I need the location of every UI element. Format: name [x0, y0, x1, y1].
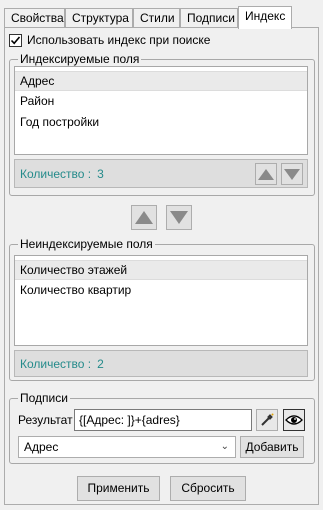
list-item[interactable]: Район	[15, 91, 307, 112]
list-item[interactable]: Количество этажей	[15, 260, 307, 280]
reset-button[interactable]: Сбросить	[170, 476, 246, 501]
eye-icon	[285, 415, 303, 425]
arrow-up-icon	[135, 211, 153, 224]
indexed-fields-title: Индексируемые поля	[18, 52, 142, 66]
field-select[interactable]: Адрес ⌄	[18, 436, 236, 458]
move-up-button[interactable]	[255, 163, 277, 185]
tab-strip: Свойства Структура Стили Подписи Индекс	[4, 6, 319, 29]
captions-title: Подписи	[18, 391, 70, 405]
arrow-down-icon	[284, 168, 300, 180]
indexed-fields-list[interactable]: Адрес Район Год постройки	[14, 66, 308, 155]
indexed-count-value: 3	[97, 166, 104, 181]
use-index-checkbox[interactable]	[9, 33, 22, 47]
list-item[interactable]: Год постройки	[15, 112, 307, 133]
add-button[interactable]: Добавить	[240, 436, 304, 458]
preview-button[interactable]	[283, 409, 305, 431]
arrow-up-icon	[258, 168, 274, 180]
arrow-down-icon	[170, 211, 188, 224]
tab-properties[interactable]: Свойства	[4, 8, 65, 28]
result-label: Результат	[18, 413, 73, 427]
add-to-index-button[interactable]	[131, 205, 157, 230]
wand-button[interactable]	[256, 409, 278, 431]
list-item[interactable]: Адрес	[15, 71, 307, 91]
remove-from-index-button[interactable]	[166, 205, 192, 230]
non-indexed-fields-title: Неиндексируемые поля	[18, 237, 155, 251]
indexed-count-label: Количество :	[20, 166, 92, 181]
tab-structure[interactable]: Структура	[65, 8, 133, 28]
tab-captions[interactable]: Подписи	[180, 8, 238, 28]
non-indexed-count-value: 2	[97, 356, 104, 371]
result-input[interactable]: {[Адрес: ]}+{adres}	[74, 409, 252, 431]
chevron-down-icon: ⌄	[220, 441, 229, 452]
tab-index[interactable]: Индекс	[238, 6, 292, 29]
list-item[interactable]: Количество квартир	[15, 280, 307, 301]
field-select-value: Адрес	[24, 440, 59, 454]
use-index-checkbox-row[interactable]: Использовать индекс при поиске	[9, 33, 210, 47]
apply-button[interactable]: Применить	[77, 476, 160, 501]
non-indexed-fields-list[interactable]: Количество этажей Количество квартир	[14, 255, 308, 346]
magic-wand-icon	[261, 413, 274, 426]
non-indexed-count-label: Количество :	[20, 356, 92, 371]
move-down-button[interactable]	[281, 163, 303, 185]
tab-styles[interactable]: Стили	[133, 8, 180, 28]
non-indexed-count-bar: Количество : 2	[14, 350, 308, 377]
checkmark-icon	[10, 35, 21, 44]
use-index-label: Использовать индекс при поиске	[27, 33, 211, 47]
